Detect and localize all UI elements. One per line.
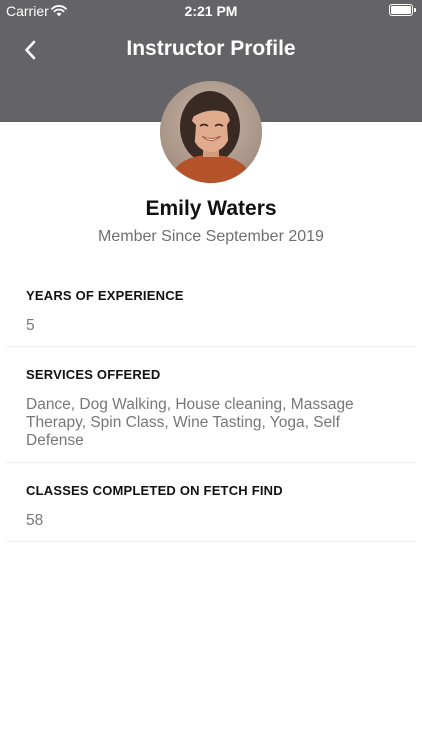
avatar <box>160 81 262 183</box>
divider <box>6 541 416 542</box>
section-classes-completed: CLASSES COMPLETED ON FETCH FIND 58 <box>0 483 422 530</box>
section-label: YEARS OF EXPERIENCE <box>26 288 184 303</box>
section-label: CLASSES COMPLETED ON FETCH FIND <box>26 483 283 498</box>
battery-icon <box>389 4 416 16</box>
section-services-offered: SERVICES OFFERED Dance, Dog Walking, Hou… <box>0 367 422 450</box>
profile-name: Emily Waters <box>145 197 277 220</box>
section-value: 58 <box>26 512 44 529</box>
divider <box>6 346 416 347</box>
status-time: 2:21 PM <box>184 3 238 19</box>
section-value: Dance, Dog Walking, House cleaning, Mass… <box>26 396 354 449</box>
member-since: Member Since September 2019 <box>98 228 324 245</box>
status-bar: Carrier 2:21 PM <box>0 0 422 22</box>
section-value: 5 <box>26 317 35 334</box>
page-title: Instructor Profile <box>126 37 296 60</box>
section-years-experience: YEARS OF EXPERIENCE 5 <box>0 288 422 335</box>
section-label: SERVICES OFFERED <box>26 367 161 382</box>
divider <box>6 462 416 463</box>
